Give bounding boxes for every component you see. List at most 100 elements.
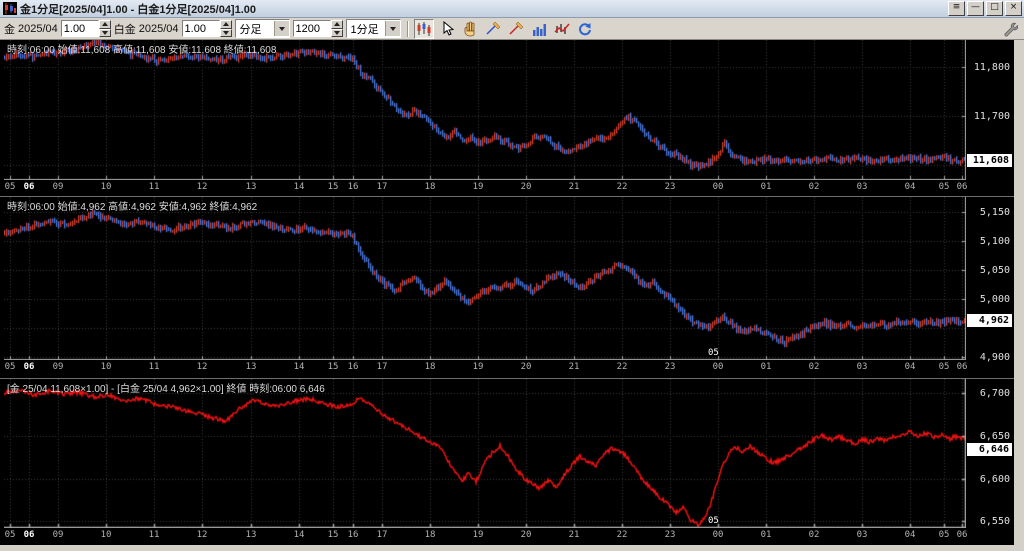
platinum-contract-label: 2025/04 — [139, 23, 179, 35]
time-axis-label: 05 — [2, 530, 18, 540]
time-axis-label: 18 — [422, 182, 438, 192]
candlestick-chart-button[interactable] — [414, 19, 434, 39]
time-axis-label: 05 — [936, 362, 952, 372]
gold-info-readout: 時刻:06:00 始値:11,608 高値:11,608 安値:11,608 終… — [7, 41, 276, 56]
price-axis-label: 6,700 — [980, 388, 1010, 399]
time-axis-label: 20 — [518, 362, 534, 372]
spread-plot[interactable]: [金 25/04 11,608×1.00] - [白金 25/04 4,962×… — [4, 379, 966, 528]
platinum-multiplier-input[interactable] — [182, 20, 220, 37]
time-axis-label: 01 — [758, 182, 774, 192]
price-axis-label: 5,050 — [980, 265, 1010, 276]
gold-multiplier-stepper[interactable] — [61, 20, 111, 37]
bar-type-select[interactable]: 分足 — [235, 19, 290, 38]
gold-candles-canvas[interactable] — [4, 40, 966, 180]
chevron-down-icon[interactable] — [385, 21, 400, 36]
spread-line-canvas[interactable] — [4, 379, 966, 528]
indicator-chart-button[interactable] — [552, 19, 572, 39]
time-axis-label: 11 — [146, 530, 162, 540]
volume-bars-button[interactable] — [529, 19, 549, 39]
platinum-label: 白金 — [114, 21, 136, 37]
minimize-button[interactable]: — — [967, 1, 984, 16]
platinum-multiplier-stepper[interactable] — [182, 20, 232, 37]
titlebar[interactable]: 金1分足[2025/04]1.00 - 白金1分足[2025/04]1.00 ≡… — [0, 0, 1024, 18]
spin-down-icon[interactable] — [331, 29, 343, 38]
time-axis-label: 13 — [243, 182, 259, 192]
time-axis-label: 01 — [758, 362, 774, 372]
time-axis-label: 21 — [566, 362, 582, 372]
time-axis-label: 18 — [422, 362, 438, 372]
spin-up-icon[interactable] — [220, 20, 232, 29]
time-axis-label: 19 — [470, 182, 486, 192]
time-axis-label: 17 — [374, 530, 390, 540]
time-axis-label: 14 — [291, 362, 307, 372]
date-marker: 05 — [708, 348, 719, 358]
gold-multiplier-input[interactable] — [61, 20, 99, 37]
window-menu-button[interactable]: ≡ — [948, 1, 965, 16]
time-axis-label: 19 — [470, 530, 486, 540]
time-axis-label: 23 — [662, 182, 678, 192]
interval-select[interactable]: 1分足 — [346, 19, 401, 38]
gold-plot[interactable]: 時刻:06:00 始値:11,608 高値:11,608 安値:11,608 終… — [4, 40, 966, 180]
platinum-price-axis: 5,1505,1005,0505,0004,9004,962 — [966, 197, 1014, 378]
time-axis-label: 13 — [243, 530, 259, 540]
time-axis-label: 22 — [614, 362, 630, 372]
date-marker: 05 — [708, 516, 719, 526]
toolbar: 金 2025/04 白金 2025/04 分足 1分足 — [0, 18, 1024, 40]
gold-panel: 時刻:06:00 始値:11,608 高値:11,608 安値:11,608 終… — [0, 40, 1014, 197]
time-axis-label: 09 — [50, 362, 66, 372]
spin-up-icon[interactable] — [99, 20, 111, 29]
time-axis-label: 10 — [98, 530, 114, 540]
trendline-blue-button[interactable] — [483, 19, 503, 39]
toolbar-separator — [407, 21, 408, 37]
time-axis-label: 02 — [806, 362, 822, 372]
spin-down-icon[interactable] — [99, 29, 111, 38]
time-axis-label: 03 — [854, 530, 870, 540]
time-axis-label: 05 — [2, 362, 18, 372]
hand-button[interactable] — [460, 19, 480, 39]
platinum-candles-canvas[interactable] — [4, 197, 966, 360]
maximize-button[interactable]: □ — [986, 1, 1003, 16]
time-axis-label: 17 — [374, 182, 390, 192]
time-axis-label: 14 — [291, 530, 307, 540]
time-axis-label: 03 — [854, 362, 870, 372]
time-axis-label: 05 — [936, 182, 952, 192]
time-axis-label: 05 — [2, 182, 18, 192]
trendline-red-button[interactable] — [506, 19, 526, 39]
bar-count-stepper[interactable] — [293, 20, 343, 37]
time-axis-label: 22 — [614, 530, 630, 540]
time-axis-label: 04 — [902, 362, 918, 372]
platinum-plot[interactable]: 時刻:06:00 始値:4,962 高値:4,962 安値:4,962 終値:4… — [4, 197, 966, 360]
price-axis-label: 5,150 — [980, 207, 1010, 218]
time-axis-label: 02 — [806, 182, 822, 192]
time-axis-label: 14 — [291, 182, 307, 192]
wrench-icon — [1002, 21, 1018, 37]
trendline-red-icon — [508, 21, 524, 37]
time-axis-label: 03 — [854, 182, 870, 192]
price-axis-label: 6,600 — [980, 474, 1010, 485]
time-axis-label: 16 — [345, 182, 361, 192]
chevron-down-icon[interactable] — [274, 21, 289, 36]
refresh-icon — [577, 21, 593, 37]
cursor-button[interactable] — [437, 19, 457, 39]
spread-price-axis: 6,7006,6506,6006,5506,646 — [966, 379, 1014, 545]
spin-down-icon[interactable] — [220, 29, 232, 38]
price-axis-label: 5,100 — [980, 236, 1010, 247]
cursor-icon — [439, 21, 455, 37]
current-price-box: 11,608 — [967, 154, 1012, 167]
time-axis-label: 09 — [50, 182, 66, 192]
gold-time-axis: 0506091011121314151617181920212223000102… — [4, 181, 966, 193]
settings-wrench-button[interactable] — [1000, 19, 1020, 39]
close-button[interactable]: × — [1005, 1, 1022, 16]
hand-icon — [462, 21, 478, 37]
time-axis-label: 06 — [954, 182, 970, 192]
platinum-time-axis: 0506091011121314151617181920212223000102… — [4, 361, 966, 373]
gold-contract-label: 2025/04 — [18, 23, 58, 35]
spin-up-icon[interactable] — [331, 20, 343, 29]
time-axis-label: 06 — [954, 362, 970, 372]
time-axis-label: 15 — [325, 362, 341, 372]
refresh-button[interactable] — [575, 19, 595, 39]
chart-area: 時刻:06:00 始値:11,608 高値:11,608 安値:11,608 終… — [0, 40, 1014, 545]
time-axis-label: 23 — [662, 530, 678, 540]
bar-count-input[interactable] — [293, 20, 331, 37]
time-axis-label: 12 — [194, 182, 210, 192]
